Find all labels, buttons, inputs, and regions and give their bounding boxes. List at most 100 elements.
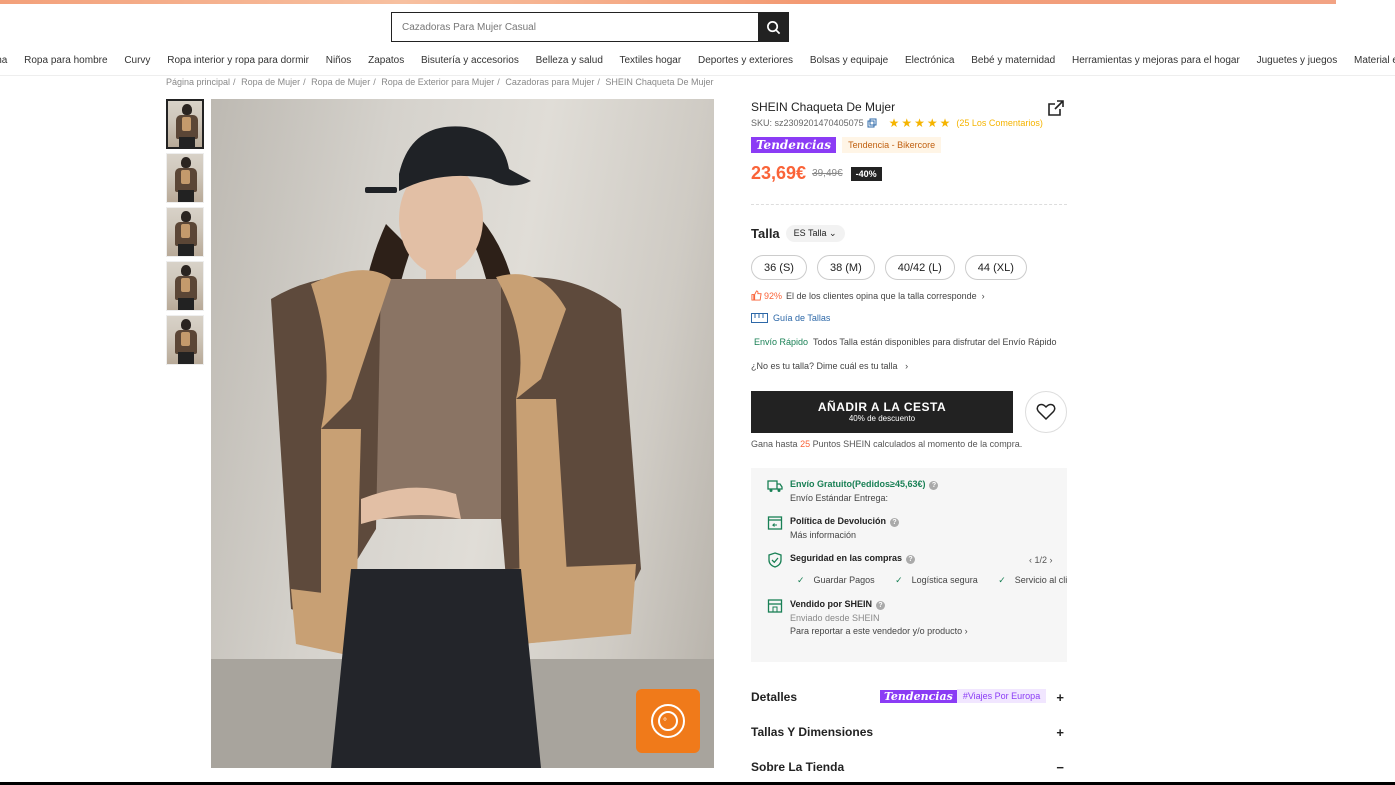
store-accordion[interactable]: Sobre La Tienda −: [751, 757, 1067, 777]
breadcrumb-link[interactable]: Cazadoras para Mujer: [505, 77, 594, 87]
nav-item[interactable]: Electrónica: [905, 55, 954, 66]
accordion-title: Tallas Y Dimensiones: [751, 725, 874, 739]
nav-divider: [0, 75, 1395, 76]
breadcrumb-current: SHEIN Chaqueta De Mujer: [605, 77, 714, 87]
copy-icon[interactable]: [867, 118, 877, 128]
reviews-link[interactable]: (25 Los Comentarios): [956, 118, 1043, 128]
thumbnail-image[interactable]: [166, 315, 204, 365]
search-input[interactable]: [391, 12, 758, 42]
breadcrumb-link[interactable]: Página principal: [166, 77, 230, 87]
breadcrumb: Página principal / Ropa de Mujer / Ropa de…: [166, 77, 714, 87]
nav-item[interactable]: Deportes y exteriores: [698, 55, 793, 66]
check-item: ✓ Logística segura: [895, 575, 978, 585]
search-button[interactable]: [758, 12, 789, 42]
size-help-link[interactable]: ¿No es tu talla? Dime cuál es tu talla ›: [751, 361, 908, 371]
nav-item[interactable]: Curvy: [124, 55, 150, 66]
size-guide-link[interactable]: Guía de Tallas: [751, 313, 830, 323]
help-icon[interactable]: ?: [929, 481, 939, 490]
nav-item[interactable]: Belleza y salud: [536, 55, 603, 66]
add-to-cart-label: AÑADIR A LA CESTA: [817, 400, 947, 414]
fast-shipping-row: Envío Rápido Todos Talla están disponible…: [754, 337, 1057, 347]
price-row: 23,69€ 39,49€ -40%: [751, 163, 882, 184]
wishlist-button[interactable]: [1025, 391, 1067, 433]
search-bar: [391, 12, 789, 42]
size-label: Talla: [751, 226, 780, 241]
add-to-cart-button[interactable]: AÑADIR A LA CESTA 40% de descuento: [751, 391, 1013, 433]
free-shipping-item[interactable]: Envío Gratuito(Pedidos≥45,63€)? Envío Es…: [767, 479, 939, 503]
size-system-select[interactable]: ES Talla ⌄: [785, 225, 845, 242]
nav-item[interactable]: Textiles hogar: [620, 55, 682, 66]
thumbnail-image[interactable]: [166, 153, 204, 203]
check-item: ✓ Guardar Pagos: [797, 575, 875, 585]
thumbnail-gallery: [166, 99, 204, 369]
breadcrumb-link[interactable]: Ropa de Mujer: [311, 77, 370, 87]
help-icon[interactable]: ?: [890, 518, 900, 527]
thumbs-up-icon: [751, 290, 762, 301]
chevron-right-icon: ›: [981, 290, 985, 301]
fit-row[interactable]: 92% El de los clientes opina que la tall…: [751, 290, 985, 301]
details-trend[interactable]: Tendencias #Viajes Por Europa: [880, 689, 1047, 703]
fit-text: El de los clientes opina que la talla co…: [786, 290, 977, 301]
main-product-image[interactable]: °: [211, 99, 714, 768]
report-text: Para reportar a este vendedor y/o produc…: [790, 626, 963, 636]
points-number: 25: [800, 439, 811, 449]
return-icon: [767, 516, 783, 530]
fit-percent: 92%: [764, 290, 783, 301]
return-policy-item[interactable]: Política de Devolución? Más información: [767, 516, 900, 540]
size-option[interactable]: 38 (M): [816, 255, 875, 280]
thumbnail-image[interactable]: [166, 207, 204, 257]
chevron-right-icon: ›: [905, 361, 909, 371]
nav-item[interactable]: Bisutería y accesorios: [421, 55, 519, 66]
seller-item[interactable]: Vendido por SHEIN? Enviado desde SHEIN P…: [767, 599, 968, 636]
trend-tag[interactable]: Tendencia - Bikercore: [842, 137, 942, 153]
trend-logo[interactable]: Tendencias: [751, 137, 837, 153]
sent-from: Enviado desde SHEIN: [790, 613, 880, 623]
fast-shipping-label: Envío Rápido: [754, 337, 809, 347]
pager-value: 1/2: [1034, 555, 1048, 565]
check-item: ✓Servicio al cliente: [998, 575, 1067, 585]
accordion-title: Sobre La Tienda: [751, 760, 845, 774]
thumbnail-image[interactable]: [166, 261, 204, 311]
nav-item[interactable]: Bolsas y equipaje: [810, 55, 888, 66]
nav-item[interactable]: Zapatos: [368, 55, 404, 66]
share-icon[interactable]: [1048, 100, 1064, 116]
return-more-info[interactable]: Más información: [790, 530, 899, 540]
size-option[interactable]: 36 (S): [751, 255, 807, 280]
report-seller-link[interactable]: Para reportar a este vendedor y/o produc…: [790, 626, 968, 636]
seller-text: Vendido por SHEIN: [790, 599, 873, 609]
help-icon[interactable]: ?: [906, 555, 916, 564]
original-price: 39,49€: [812, 168, 843, 179]
help-icon[interactable]: ?: [876, 601, 886, 610]
size-guide-label: Guía de Tallas: [773, 313, 831, 323]
size-option[interactable]: 40/42 (L): [884, 255, 955, 280]
thumbnail-image[interactable]: [166, 99, 204, 149]
security-item[interactable]: Seguridad en las compras?: [767, 552, 916, 568]
accordion-title: Detalles: [751, 690, 798, 704]
trend-row: Tendencias Tendencia - Bikercore: [751, 137, 942, 153]
nav-item[interactable]: Material es: [1354, 55, 1395, 66]
seller-title: Vendido por SHEIN?: [790, 599, 968, 610]
free-shipping-title: Envío Gratuito(Pedidos≥45,63€)?: [790, 479, 939, 490]
collapse-icon: −: [1056, 759, 1064, 775]
thermometer-icon: °: [651, 704, 685, 738]
nav-item[interactable]: Ropa interior y ropa para dormir: [167, 55, 309, 66]
nav-item[interactable]: Ropa para hombre: [24, 55, 107, 66]
temperature-badge[interactable]: °: [636, 689, 700, 753]
breadcrumb-link[interactable]: Ropa de Mujer: [241, 77, 300, 87]
security-title: Seguridad en las compras?: [790, 553, 916, 564]
nav-item[interactable]: Herramientas y mejoras para el hogar: [1072, 55, 1240, 66]
size-header: Talla ES Talla ⌄: [751, 225, 845, 242]
nav-item[interactable]: Niños: [326, 55, 352, 66]
sizes-accordion[interactable]: Tallas Y Dimensiones +: [751, 722, 1067, 742]
store-icon: [767, 599, 783, 613]
breadcrumb-link[interactable]: Ropa de Exterior para Mujer: [381, 77, 494, 87]
details-accordion[interactable]: Detalles Tendencias #Viajes Por Europa +: [751, 687, 1067, 707]
nav-item[interactable]: Juguetes y juegos: [1257, 55, 1338, 66]
security-pager[interactable]: ‹ 1/2 ›: [1029, 555, 1053, 565]
standard-delivery: Envío Estándar Entrega:: [790, 493, 889, 503]
size-option[interactable]: 44 (XL): [964, 255, 1027, 280]
sku-text: SKU: sz2309201470405075: [751, 118, 864, 128]
points-info: Gana hasta 25 Puntos SHEIN calculados al…: [751, 439, 1022, 449]
nav-item[interactable]: ina: [0, 55, 7, 66]
nav-item[interactable]: Bebé y maternidad: [971, 55, 1055, 66]
